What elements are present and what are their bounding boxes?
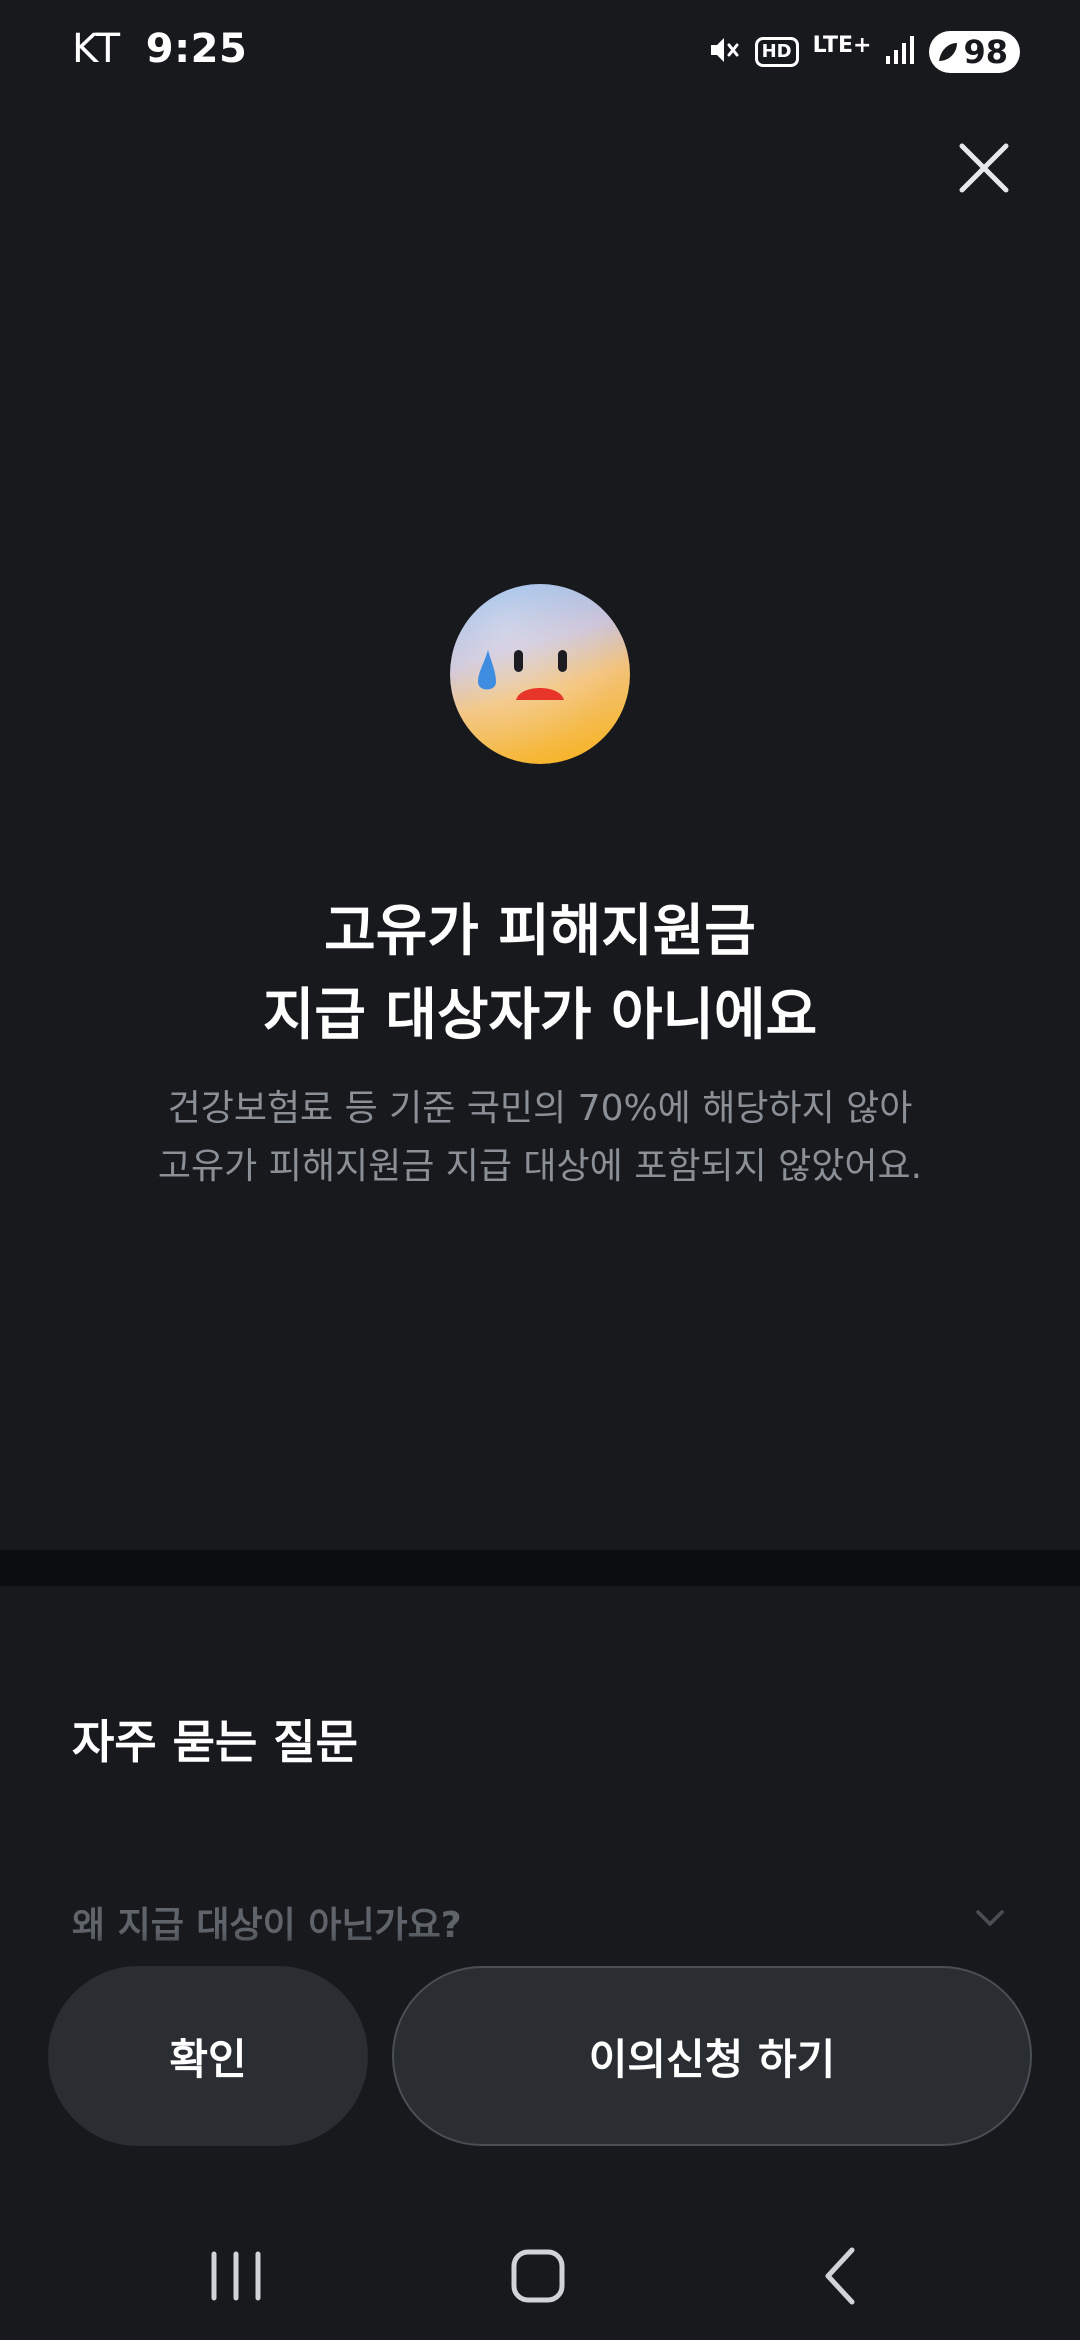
- clock: 9:25: [145, 26, 248, 72]
- close-icon: [959, 143, 1009, 193]
- recent-apps-button[interactable]: [200, 2240, 272, 2312]
- result-title-line1: 고유가 피해지원금: [324, 899, 756, 964]
- signal-icon: [885, 34, 915, 70]
- faq-title: 자주 묻는 질문: [72, 1715, 358, 1769]
- home-button[interactable]: [502, 2240, 574, 2312]
- back-button[interactable]: [806, 2240, 878, 2312]
- result-description: 건강보험료 등 기준 국민의 70%에 해당하지 않아 고유가 피해지원금 지급…: [0, 1080, 1080, 1196]
- home-icon: [511, 2249, 565, 2303]
- result-desc-line2: 고유가 피해지원금 지급 대상에 포함되지 않았어요.: [157, 1146, 923, 1187]
- status-left: KT 9:25: [72, 26, 247, 72]
- battery-icon: 98: [929, 31, 1020, 73]
- status-icons: HD LTE+ 98: [707, 28, 1020, 76]
- result-title: 고유가 피해지원금 지급 대상자가 아니에요: [0, 890, 1080, 1058]
- action-bar: 확인 이의신청 하기: [0, 1966, 1080, 2146]
- appeal-button[interactable]: 이의신청 하기: [392, 1966, 1032, 2146]
- result-desc-line1: 건강보험료 등 기준 국민의 70%에 해당하지 않아: [167, 1088, 913, 1129]
- confirm-button[interactable]: 확인: [48, 1966, 368, 2146]
- status-bar: KT 9:25 HD LTE+ 98: [0, 0, 1080, 104]
- recent-apps-icon: [211, 2251, 261, 2301]
- back-icon: [825, 2247, 855, 2305]
- lte-label: LTE+: [812, 33, 872, 58]
- hd-voice-icon: HD: [754, 37, 799, 67]
- battery-leaf-icon: [939, 43, 958, 61]
- battery-level: 98: [963, 33, 1008, 71]
- sad-face-icon: [448, 582, 632, 766]
- close-button[interactable]: [952, 136, 1016, 200]
- mute-icon: [707, 33, 741, 71]
- carrier-label: KT: [72, 26, 121, 72]
- system-nav-bar: [0, 2200, 1080, 2340]
- section-divider: [0, 1550, 1080, 1586]
- result-title-line2: 지급 대상자가 아니에요: [262, 983, 818, 1048]
- lte-icon: LTE+: [813, 35, 872, 63]
